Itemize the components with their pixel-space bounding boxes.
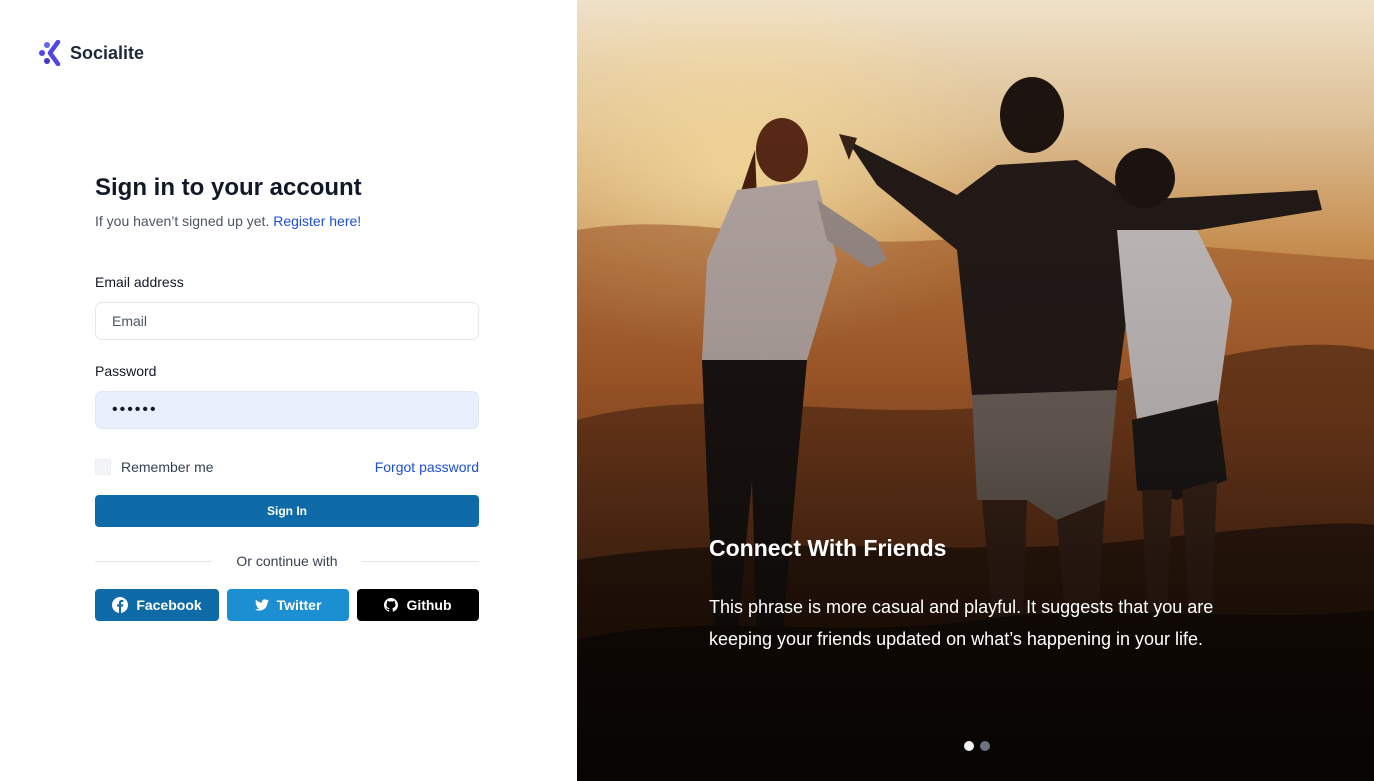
remember-checkbox[interactable] [95, 459, 111, 475]
hero-title: Connect With Friends [709, 535, 947, 561]
github-button[interactable]: Github [357, 589, 479, 621]
carousel-dots [964, 741, 990, 751]
password-label: Password [95, 363, 157, 379]
password-field[interactable]: •••••• [95, 391, 479, 429]
remember-row: Remember me Forgot password [95, 457, 479, 477]
hero-photo [577, 0, 1374, 781]
twitter-icon [254, 599, 269, 611]
password-value: •••••• [112, 401, 158, 418]
signin-form: Sign in to your account If you haven’t s… [95, 172, 480, 621]
remember-me[interactable]: Remember me [95, 459, 214, 475]
facebook-label: Facebook [136, 597, 202, 613]
github-icon [384, 598, 399, 612]
hero-caption: Connect With Friends This phrase is more… [709, 532, 1269, 655]
signin-subtitle: If you haven’t signed up yet. Register h… [95, 211, 479, 231]
brand-logo[interactable]: Socialite [38, 40, 144, 66]
twitter-button[interactable]: Twitter [227, 589, 349, 621]
hero-text: This phrase is more casual and playful. … [709, 597, 1214, 649]
carousel-dot-2[interactable] [980, 741, 990, 751]
register-link[interactable]: Register here! [273, 213, 361, 229]
sign-in-button[interactable]: Sign In [95, 495, 479, 527]
socialite-logo-icon [39, 40, 61, 66]
remember-label: Remember me [121, 459, 214, 475]
divider-text: Or continue with [236, 553, 338, 569]
twitter-label: Twitter [276, 597, 322, 613]
brand-name: Socialite [70, 42, 145, 63]
facebook-icon [112, 597, 129, 613]
divider: Or continue with [95, 551, 480, 571]
email-placeholder: Email [112, 313, 148, 329]
facebook-button[interactable]: Facebook [95, 589, 219, 621]
page-title: Sign in to your account [95, 174, 362, 201]
subtitle-text: If you haven’t signed up yet. [95, 213, 270, 229]
social-buttons: Facebook Twitter Github [95, 589, 479, 621]
carousel-dot-1[interactable] [964, 741, 974, 751]
forgot-password-link[interactable]: Forgot password [375, 459, 479, 475]
divider-line-right [361, 560, 480, 562]
divider-line-left [95, 560, 213, 562]
hero-panel: Connect With Friends This phrase is more… [577, 0, 1374, 781]
github-label: Github [406, 597, 452, 613]
signin-panel: Socialite Sign in to your account If you… [0, 0, 577, 781]
email-field[interactable]: Email [95, 302, 479, 340]
email-label: Email address [95, 274, 184, 290]
